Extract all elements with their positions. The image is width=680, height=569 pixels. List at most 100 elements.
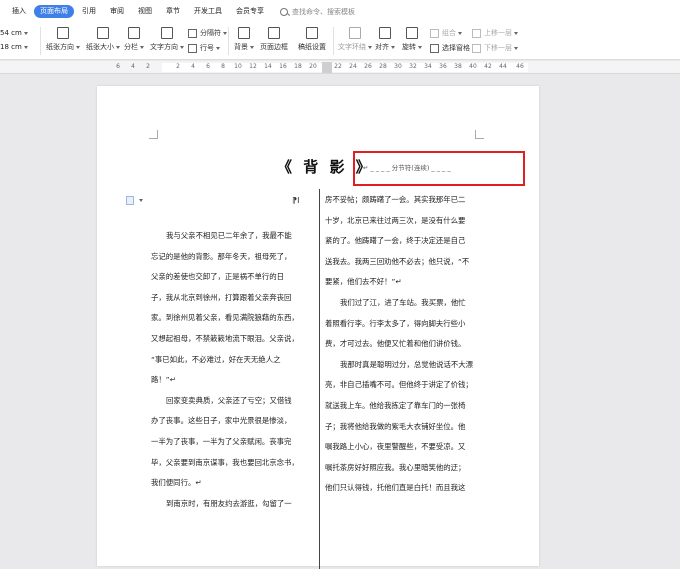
paragraph-line: 房不妥帖；颇踌躇了一会。其实我那年已二: [325, 195, 466, 204]
command-search[interactable]: 查找命令、搜索模板: [280, 7, 355, 17]
paragraph-line: 我们便同行。↵: [151, 478, 202, 488]
page-border-icon: [268, 27, 280, 39]
background-button[interactable]: 背景: [234, 27, 254, 52]
menu-bar: 插入 页面布局 引用 审阅 视图 章节 开发工具 会员专享 查找命令、搜索模板: [0, 0, 680, 23]
bring-forward-icon: [472, 28, 481, 38]
selection-pane-icon: [430, 43, 439, 53]
paragraph-line: 回家变卖典质，父亲还了亏空；又借钱: [166, 395, 292, 405]
ruler-number: 12: [249, 63, 257, 70]
paragraph-line: 又想起祖母，不禁簌簌地流下眼泪。父亲说，: [151, 333, 299, 343]
chevron-down-icon[interactable]: [139, 199, 143, 202]
page-border-button[interactable]: 页面边框: [260, 27, 288, 52]
text-wrap-icon: [349, 27, 361, 39]
paragraph-line: 我那时真是聪明过分，总觉他说话不大漂: [340, 359, 474, 369]
ruler-number: 8: [221, 63, 225, 70]
left-column[interactable]: 我与父亲不相见已二年余了，我最不能 忘记的是他的背影。那年冬天，祖母死了， 父亲…: [151, 226, 309, 514]
ruler-number: 2: [146, 63, 150, 70]
text-wrap-button[interactable]: 文字环绕: [338, 27, 372, 52]
paragraph-line: 忘记的是他的背影。那年冬天，祖母死了，: [151, 251, 292, 261]
tab-member[interactable]: 会员专享: [230, 5, 270, 18]
paragraph-line: 亮，非自己插嘴不可。但他终于讲定了价钱；: [325, 380, 473, 390]
group-icon: [430, 28, 439, 38]
paragraph-line: 路！”↵: [151, 375, 176, 385]
ruler-number: 46: [516, 63, 524, 70]
paragraph-line: 十岁，北京已来往过两三次，是没有什么要: [325, 215, 466, 225]
ruler-number: 24: [349, 63, 357, 70]
paragraph-line: 一半为了丧事，一半为了父亲赋闲。丧事完: [151, 436, 292, 446]
ruler-number: 38: [454, 63, 462, 70]
rotate-icon: [406, 27, 418, 39]
ruler-number: 30: [394, 63, 402, 70]
separator: [333, 27, 334, 55]
ruler-number: 32: [409, 63, 417, 70]
document-page[interactable]: 《 背 影 》 ↵ _ _ _ _ 分节符(连续) _ _ _ _ ⁋I 我与父…: [97, 86, 539, 569]
paragraph-line: 嘱我路上小心，夜里警醒些，不要受凉。又: [325, 442, 466, 452]
paragraph-line: 父亲的差使也交卸了，正是祸不单行的日: [151, 272, 285, 282]
tab-review[interactable]: 审阅: [104, 5, 130, 18]
bring-forward-button[interactable]: 上移一层: [472, 28, 518, 38]
line-numbers-button[interactable]: 行号: [188, 43, 220, 53]
tab-page-layout[interactable]: 页面布局: [34, 5, 74, 18]
paragraph-line: 办了丧事。这些日子，家中光景很是惨淡，: [151, 416, 292, 426]
columns-button[interactable]: 分栏: [124, 27, 144, 52]
paragraph-line: 嘱托茶房好好照应我。我心里暗笑他的迂；: [325, 462, 466, 472]
ruler-number: 22: [334, 63, 342, 70]
paragraph-line: 子；我将他给我做的紫毛大衣铺好坐位。他: [325, 421, 466, 431]
line-numbers-icon: [188, 43, 197, 53]
margin-corner-top-left: [149, 130, 158, 139]
group-button[interactable]: 组合: [430, 28, 462, 38]
separator: [40, 27, 41, 55]
document-icon[interactable]: [126, 196, 134, 205]
ruler-number: 40: [469, 63, 477, 70]
rotate-button[interactable]: 旋转: [402, 27, 422, 52]
right-column[interactable]: 房不妥帖；颇踌躇了一会。其实我那年已二 十岁，北京已来往过两三次，是没有什么要 …: [325, 190, 479, 499]
breaks-button[interactable]: 分隔符: [188, 28, 227, 38]
paragraph-line: 就送我上车。他给我拣定了靠车门的一张椅: [325, 400, 466, 410]
text-direction-icon: [161, 27, 173, 39]
ruler-number: 36: [439, 63, 447, 70]
ruler-number: 18: [294, 63, 302, 70]
page-orientation-icon: [57, 27, 69, 39]
ruler-number: 14: [264, 63, 272, 70]
paragraph-line: 到南京时，有朋友约去游逛，勾留了一: [166, 498, 292, 508]
page-size-button[interactable]: 纸张大小: [86, 27, 120, 52]
ruler-number: 42: [484, 63, 492, 70]
paragraph-line: 他们只认得钱，托他们直是白托！而且我这: [325, 483, 466, 493]
tab-chapter[interactable]: 章节: [160, 5, 186, 18]
paragraph-line: “事已如此，不必难过，好在天无绝人之: [151, 354, 281, 364]
ruler-number: 34: [424, 63, 432, 70]
ruler-number: 4: [191, 63, 195, 70]
align-icon: [379, 27, 391, 39]
columns-icon: [128, 27, 140, 39]
selection-pane-button[interactable]: 选择窗格: [430, 43, 470, 53]
ruler-number: 28: [379, 63, 387, 70]
tab-developer[interactable]: 开发工具: [188, 5, 228, 18]
ribbon-toolbar: 54 cm 18 cm 纸张方向 纸张大小 分栏 文字方向 分隔符 行号 背景 …: [0, 23, 680, 60]
margin-bottom-field[interactable]: 18 cm: [0, 43, 28, 51]
paragraph-line: 家。到徐州见着父亲，看见满院狼藉的东西，: [151, 313, 299, 323]
tab-view[interactable]: 视图: [132, 5, 158, 18]
align-button[interactable]: 对齐: [375, 27, 395, 52]
tab-references[interactable]: 引用: [76, 5, 102, 18]
text-direction-button[interactable]: 文字方向: [150, 27, 184, 52]
tab-insert[interactable]: 插入: [6, 5, 32, 18]
column-divider-line: [319, 189, 320, 569]
paragraph-line: 我与父亲不相见已二年余了，我最不能: [166, 231, 292, 240]
text-cursor-icon: ⁋I: [292, 196, 300, 205]
ruler-number: 6: [116, 63, 120, 70]
ruler-number: 6: [206, 63, 210, 70]
send-backward-button[interactable]: 下移一层: [472, 43, 518, 53]
margin-top-field[interactable]: 54 cm: [0, 29, 28, 37]
ruler-number: 44: [499, 63, 507, 70]
paragraph-line: 毕，父亲要到南京谋事，我也要回北京念书，: [151, 457, 299, 467]
ruler-column-gap[interactable]: [322, 62, 332, 73]
search-icon: [280, 7, 288, 16]
ruler-number: 16: [279, 63, 287, 70]
orientation-button[interactable]: 纸张方向: [46, 27, 80, 52]
paragraph-line: 要紧，他们去不好！”↵: [325, 277, 402, 287]
search-placeholder: 查找命令、搜索模板: [292, 7, 355, 16]
separator: [228, 27, 229, 55]
paragraph-line: 我们过了江，进了车站。我买票，他忙: [340, 297, 466, 307]
horizontal-ruler[interactable]: 6 4 2 2 4 6 8 10 12 14 16 18 20 22 24 26…: [0, 61, 680, 74]
manuscript-button[interactable]: 稿纸设置: [298, 27, 326, 52]
